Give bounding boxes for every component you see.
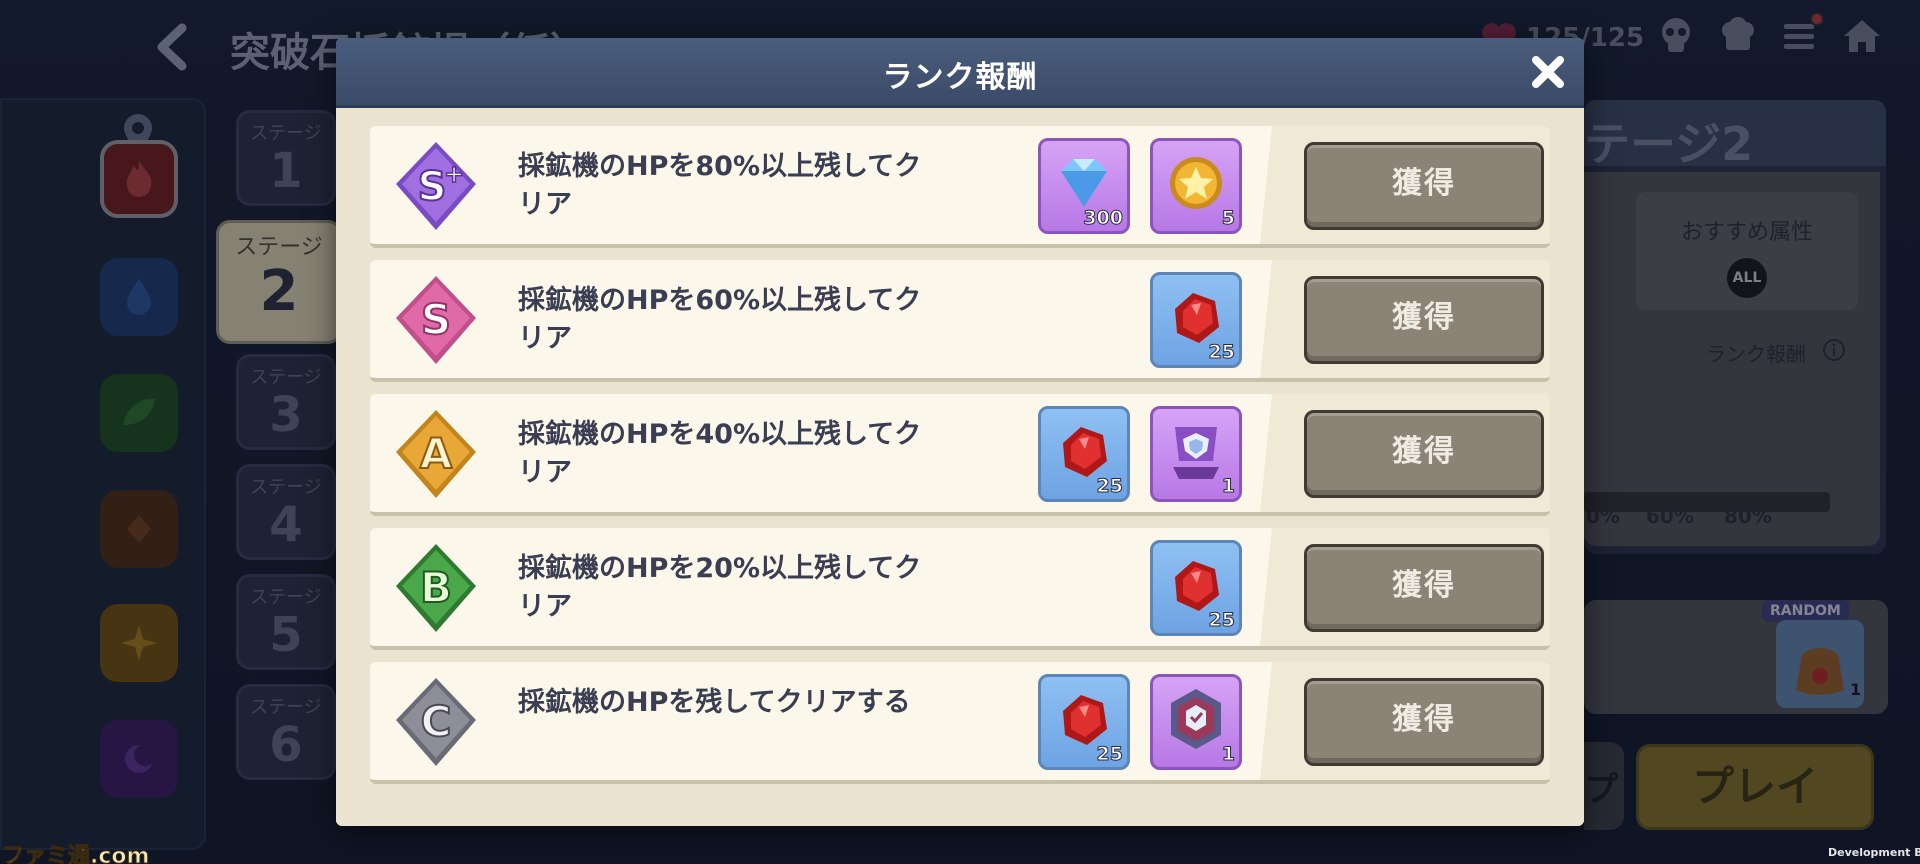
reward-item-count: 1 <box>1221 743 1235 766</box>
claim-button[interactable]: 獲得 <box>1304 544 1544 632</box>
rank-reward-modal: ランク報酬 S + 採鉱機のHPを80%以上残してクリア 300 5 獲得 S … <box>336 38 1584 826</box>
svg-text:C: C <box>421 697 452 746</box>
reward-item-red-ore[interactable]: 25 <box>1150 540 1242 636</box>
reward-item-count: 25 <box>1208 341 1235 364</box>
svg-text:S: S <box>421 295 451 344</box>
claim-button-label: 獲得 <box>1392 300 1456 335</box>
reward-item-shield-trophy[interactable]: 1 <box>1150 406 1242 502</box>
svg-text:B: B <box>420 563 452 612</box>
rank-condition-text: 採鉱機のHPを60%以上残してクリア <box>518 285 922 354</box>
reward-item-count: 25 <box>1096 475 1123 498</box>
modal-title: ランク報酬 <box>882 60 1038 95</box>
rank-s-icon: S <box>396 276 476 364</box>
rank-splus-badge: S + <box>388 136 484 236</box>
rank-splus-icon: S + <box>396 142 476 230</box>
svg-text:A: A <box>420 429 453 478</box>
rank-a-badge: A <box>388 404 484 504</box>
reward-item-count: 5 <box>1221 207 1235 230</box>
reward-row-splus: S + 採鉱機のHPを80%以上残してクリア 300 5 獲得 <box>370 126 1550 248</box>
modal-body: S + 採鉱機のHPを80%以上残してクリア 300 5 獲得 S 採鉱機のHP… <box>336 110 1584 822</box>
reward-item-red-ore[interactable]: 25 <box>1038 674 1130 770</box>
claim-button-label: 獲得 <box>1392 166 1456 201</box>
reward-item-count: 25 <box>1096 743 1123 766</box>
claim-button[interactable]: 獲得 <box>1304 142 1544 230</box>
reward-row-c: C 採鉱機のHPを残してクリアする 25 1 獲得 <box>370 662 1550 784</box>
rank-condition-text: 採鉱機のHPを80%以上残してクリア <box>518 151 922 220</box>
rank-condition-text: 採鉱機のHPを40%以上残してクリア <box>518 419 922 488</box>
claim-button[interactable]: 獲得 <box>1304 410 1544 498</box>
reward-item-red-ore[interactable]: 25 <box>1150 272 1242 368</box>
modal-header: ランク報酬 <box>336 38 1584 108</box>
svg-text:+: + <box>444 160 464 188</box>
claim-button-label: 獲得 <box>1392 434 1456 469</box>
claim-button[interactable]: 獲得 <box>1304 276 1544 364</box>
watermark-logo: ファミ通.com <box>1 844 150 864</box>
development-build-label: Development Build <box>1828 846 1920 859</box>
claim-button-label: 獲得 <box>1392 568 1456 603</box>
reward-item-emblem-frame[interactable]: 1 <box>1150 674 1242 770</box>
claim-button-label: 獲得 <box>1392 702 1456 737</box>
rank-s-badge: S <box>388 270 484 370</box>
rank-c-icon: C <box>396 678 476 766</box>
reward-item-count: 1 <box>1221 475 1235 498</box>
reward-item-count: 300 <box>1083 207 1124 230</box>
claim-button[interactable]: 獲得 <box>1304 678 1544 766</box>
rank-b-badge: B <box>388 538 484 638</box>
close-icon <box>1532 56 1564 88</box>
reward-item-star-medal[interactable]: 5 <box>1150 138 1242 234</box>
reward-item-red-ore[interactable]: 25 <box>1038 406 1130 502</box>
reward-row-a: A 採鉱機のHPを40%以上残してクリア 25 1 獲得 <box>370 394 1550 516</box>
rank-a-icon: A <box>396 410 476 498</box>
rank-condition-text: 採鉱機のHPを20%以上残してクリア <box>518 553 922 622</box>
rank-b-icon: B <box>396 544 476 632</box>
rank-c-badge: C <box>388 672 484 772</box>
reward-item-diamond[interactable]: 300 <box>1038 138 1130 234</box>
reward-row-s: S 採鉱機のHPを60%以上残してクリア 25 獲得 <box>370 260 1550 382</box>
svg-text:S: S <box>418 164 447 210</box>
reward-row-b: B 採鉱機のHPを20%以上残してクリア 25 獲得 <box>370 528 1550 650</box>
close-button[interactable] <box>1528 52 1568 92</box>
rank-condition-text: 採鉱機のHPを残してクリアする <box>518 687 911 718</box>
reward-item-count: 25 <box>1208 609 1235 632</box>
